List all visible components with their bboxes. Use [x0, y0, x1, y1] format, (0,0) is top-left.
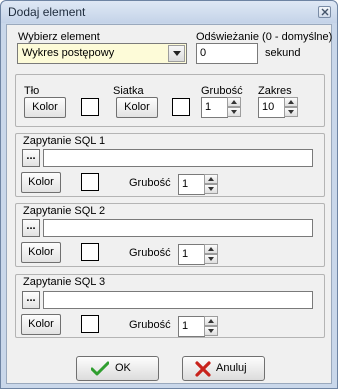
query-thickness-spinner-3[interactable]: 1: [178, 316, 219, 337]
query-label-3: Zapytanie SQL 3: [23, 276, 106, 288]
close-icon: [321, 8, 329, 16]
dropdown-arrow[interactable]: [168, 45, 185, 62]
spin-down-button[interactable]: [284, 107, 298, 117]
range-spinner[interactable]: 10: [258, 97, 299, 118]
query-browse-button-1[interactable]: ...: [22, 149, 40, 167]
query-color-button-1[interactable]: Kolor: [21, 172, 61, 193]
query-thickness-value-3: 1: [182, 320, 189, 332]
spin-up-button[interactable]: [227, 97, 241, 107]
grid-label: Siatka: [113, 85, 144, 97]
thickness-spinner[interactable]: 1: [201, 97, 242, 118]
spin-up-button[interactable]: [204, 174, 218, 184]
spin-down-button[interactable]: [204, 254, 218, 264]
spin-up-button[interactable]: [204, 244, 218, 254]
query-browse-button-2[interactable]: ...: [22, 219, 40, 237]
query-input-1[interactable]: [43, 149, 313, 167]
spin-up-button[interactable]: [204, 316, 218, 326]
grid-color-button[interactable]: Kolor: [116, 97, 158, 118]
arrow-down-icon: [231, 110, 237, 114]
query-color-button-3[interactable]: Kolor: [21, 314, 61, 335]
arrow-up-icon: [208, 247, 214, 251]
thickness-value: 1: [205, 101, 212, 113]
arrow-up-icon: [231, 100, 237, 104]
grid-color-swatch: [172, 98, 190, 116]
arrow-down-icon: [208, 257, 214, 261]
query-browse-button-3[interactable]: ...: [22, 291, 40, 309]
dialog-body: Wybierz element Wykres postępowy Odśwież…: [6, 24, 332, 384]
refresh-value: 0: [200, 47, 207, 59]
ok-button[interactable]: OK: [76, 356, 159, 381]
query-thickness-label-3: Grubość: [129, 319, 171, 331]
cancel-label: Anuluj: [216, 362, 247, 374]
query-thickness-label-2: Grubość: [129, 247, 171, 259]
query-label-1: Zapytanie SQL 1: [23, 135, 106, 147]
query-thickness-label-1: Grubość: [129, 177, 171, 189]
window-title: Dodaj element: [8, 5, 86, 19]
background-label: Tło: [24, 85, 40, 97]
range-value: 10: [262, 101, 275, 113]
spin-down-button[interactable]: [204, 184, 218, 194]
arrow-down-icon: [288, 110, 294, 114]
arrow-down-icon: [208, 329, 214, 333]
query-thickness-spinner-2[interactable]: 1: [178, 244, 219, 265]
checkmark-icon: [91, 361, 109, 376]
arrow-up-icon: [208, 319, 214, 323]
refresh-unit: sekund: [265, 47, 301, 59]
query-label-2: Zapytanie SQL 2: [23, 205, 106, 217]
query-thickness-value-1: 1: [182, 178, 189, 190]
range-label: Zakres: [258, 85, 292, 97]
chevron-down-icon: [173, 51, 181, 56]
spin-down-button[interactable]: [204, 326, 218, 336]
close-button[interactable]: [318, 6, 331, 18]
background-color-swatch: [81, 98, 99, 116]
thickness-label: Grubość: [201, 85, 243, 97]
element-label: Wybierz element: [18, 31, 100, 43]
ok-label: OK: [115, 362, 131, 374]
query-color-button-2[interactable]: Kolor: [21, 242, 61, 263]
arrow-down-icon: [208, 187, 214, 191]
refresh-input[interactable]: 0: [196, 43, 258, 64]
query-color-swatch-2: [81, 243, 99, 261]
dialog-window: Dodaj element Wybierz element Wykres pos…: [0, 0, 338, 389]
query-thickness-value-2: 1: [182, 248, 189, 260]
query-input-2[interactable]: [43, 219, 313, 237]
refresh-label: Odświeżanie (0 - domyślne): [196, 31, 333, 43]
element-select-value: Wykres postępowy: [22, 47, 115, 59]
arrow-up-icon: [288, 100, 294, 104]
arrow-up-icon: [208, 177, 214, 181]
cross-icon: [195, 361, 211, 377]
element-select[interactable]: Wykres postępowy: [17, 43, 187, 64]
query-color-swatch-1: [81, 173, 99, 191]
background-color-button[interactable]: Kolor: [24, 97, 66, 118]
cancel-button[interactable]: Anuluj: [182, 356, 265, 381]
query-color-swatch-3: [81, 315, 99, 333]
query-thickness-spinner-1[interactable]: 1: [178, 174, 219, 195]
query-input-3[interactable]: [43, 291, 313, 309]
title-bar[interactable]: Dodaj element: [1, 1, 337, 23]
spin-up-button[interactable]: [284, 97, 298, 107]
spin-down-button[interactable]: [227, 107, 241, 117]
